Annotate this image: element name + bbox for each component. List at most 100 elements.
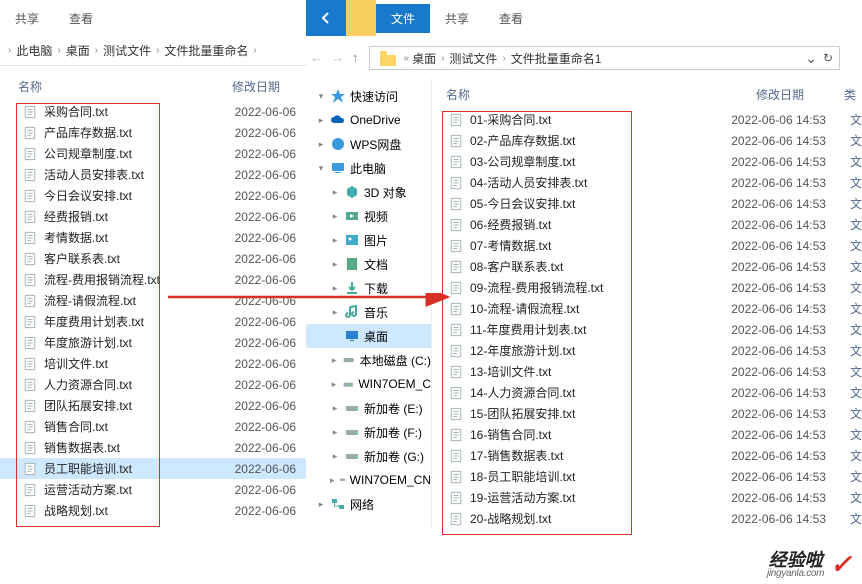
file-row[interactable]: 战略规划.txt2022-06-06 — [0, 500, 306, 521]
file-row[interactable]: 公司规章制度.txt2022-06-06 — [0, 143, 306, 164]
tree-item-doc[interactable]: ▸文档 — [306, 252, 431, 276]
file-row[interactable]: 16-销售合同.txt2022-06-06 14:53文 — [432, 424, 862, 445]
file-row[interactable]: 销售数据表.txt2022-06-06 — [0, 437, 306, 458]
expand-icon[interactable]: ▸ — [330, 307, 340, 318]
crumb-batch[interactable]: 文件批量重命名 — [163, 42, 249, 59]
file-row[interactable]: 15-团队拓展安排.txt2022-06-06 14:53文 — [432, 403, 862, 424]
file-row[interactable]: 年度旅游计划.txt2022-06-06 — [0, 332, 306, 353]
file-row[interactable]: 07-考情数据.txt2022-06-06 14:53文 — [432, 235, 862, 256]
file-row[interactable]: 销售合同.txt2022-06-06 — [0, 416, 306, 437]
expand-icon[interactable]: ▸ — [330, 475, 335, 486]
file-row[interactable]: 13-培训文件.txt2022-06-06 14:53文 — [432, 361, 862, 382]
file-row[interactable]: 员工职能培训.txt2022-06-06 — [0, 458, 306, 479]
file-row[interactable]: 18-员工职能培训.txt2022-06-06 14:53文 — [432, 466, 862, 487]
expand-icon[interactable]: ▸ — [330, 187, 340, 198]
file-row[interactable]: 03-公司规章制度.txt2022-06-06 14:53文 — [432, 151, 862, 172]
file-row[interactable]: 流程-费用报销流程.txt2022-06-06 — [0, 269, 306, 290]
crumb-thispc[interactable]: 此电脑 — [15, 42, 53, 59]
dropdown-icon[interactable]: ⌄ — [805, 50, 817, 67]
expand-icon[interactable]: ▸ — [330, 427, 340, 438]
tab-view[interactable]: 查看 — [484, 4, 538, 33]
tree-item-star[interactable]: ▾快速访问 — [306, 84, 431, 108]
tab-view[interactable]: 查看 — [54, 4, 108, 33]
tree-item-wps[interactable]: ▸WPS网盘 — [306, 132, 431, 156]
tab-share[interactable]: 共享 — [430, 4, 484, 33]
tree-item-music[interactable]: ▸音乐 — [306, 300, 431, 324]
crumb-testfolder[interactable]: 测试文件 — [448, 50, 498, 67]
nav-up[interactable]: ↑ — [348, 50, 363, 65]
file-row[interactable]: 08-客户联系表.txt2022-06-06 14:53文 — [432, 256, 862, 277]
file-row[interactable]: 客户联系表.txt2022-06-06 — [0, 248, 306, 269]
breadcrumb-right[interactable]: « 桌面 › 测试文件 › 文件批量重命名1 ⌄ ↻ — [369, 46, 841, 70]
nav-back[interactable]: ← — [306, 50, 327, 65]
file-row[interactable]: 采购合同.txt2022-06-06 — [0, 101, 306, 122]
tree-item-pc[interactable]: ▾此电脑 — [306, 156, 431, 180]
file-row[interactable]: 团队拓展安排.txt2022-06-06 — [0, 395, 306, 416]
tree-item-disk[interactable]: ▸新加卷 (F:) — [306, 420, 431, 444]
file-row[interactable]: 产品库存数据.txt2022-06-06 — [0, 122, 306, 143]
tree-item-dl[interactable]: ▸下载 — [306, 276, 431, 300]
col-date[interactable]: 修改日期 — [756, 86, 834, 103]
file-row[interactable]: 经费报销.txt2022-06-06 — [0, 206, 306, 227]
file-row[interactable]: 11-年度费用计划表.txt2022-06-06 14:53文 — [432, 319, 862, 340]
file-row[interactable]: 06-经费报销.txt2022-06-06 14:53文 — [432, 214, 862, 235]
expand-icon[interactable]: ▸ — [330, 355, 338, 366]
file-row[interactable]: 14-人力资源合同.txt2022-06-06 14:53文 — [432, 382, 862, 403]
col-date[interactable]: 修改日期 — [232, 78, 300, 95]
file-row[interactable]: 流程-请假流程.txt2022-06-06 — [0, 290, 306, 311]
crumb-batch1[interactable]: 文件批量重命名1 — [510, 50, 603, 67]
file-row[interactable]: 19-运营活动方案.txt2022-06-06 14:53文 — [432, 487, 862, 508]
tree-item-desktop[interactable]: 桌面 — [306, 324, 431, 348]
col-name[interactable]: 名称 — [18, 78, 42, 95]
file-row[interactable]: 05-今日会议安排.txt2022-06-06 14:53文 — [432, 193, 862, 214]
expand-icon[interactable]: ▾ — [316, 163, 326, 174]
nav-forward[interactable]: → — [327, 50, 348, 65]
file-row[interactable]: 10-流程-请假流程.txt2022-06-06 14:53文 — [432, 298, 862, 319]
refresh-icon[interactable]: ↻ — [823, 51, 833, 65]
file-row[interactable]: 02-产品库存数据.txt2022-06-06 14:53文 — [432, 130, 862, 151]
expand-icon[interactable]: ▸ — [316, 115, 326, 126]
tree-item-video[interactable]: ▸视频 — [306, 204, 431, 228]
tab-file[interactable]: 文件 — [376, 4, 430, 33]
tree-item-net[interactable]: ▸网络 — [306, 492, 431, 516]
tree-item-disk[interactable]: ▸本地磁盘 (C:) — [306, 348, 431, 372]
tree-item-cloud[interactable]: ▸OneDrive — [306, 108, 431, 132]
tree-item-pic[interactable]: ▸图片 — [306, 228, 431, 252]
file-row[interactable]: 12-年度旅游计划.txt2022-06-06 14:53文 — [432, 340, 862, 361]
expand-icon[interactable]: ▸ — [330, 235, 340, 246]
tree-item-disk[interactable]: ▸新加卷 (G:) — [306, 444, 431, 468]
file-row[interactable]: 活动人员安排表.txt2022-06-06 — [0, 164, 306, 185]
crumb-desktop[interactable]: 桌面 — [411, 50, 437, 67]
expand-icon[interactable]: ▸ — [330, 451, 340, 462]
back-button[interactable] — [306, 0, 346, 36]
file-row[interactable]: 考情数据.txt2022-06-06 — [0, 227, 306, 248]
doc-icon — [344, 256, 360, 272]
expand-icon[interactable]: ▸ — [330, 403, 340, 414]
file-row[interactable]: 今日会议安排.txt2022-06-06 — [0, 185, 306, 206]
file-row[interactable]: 年度费用计划表.txt2022-06-06 — [0, 311, 306, 332]
file-row[interactable]: 17-销售数据表.txt2022-06-06 14:53文 — [432, 445, 862, 466]
file-row[interactable]: 09-流程-费用报销流程.txt2022-06-06 14:53文 — [432, 277, 862, 298]
file-row[interactable]: 01-采购合同.txt2022-06-06 14:53文 — [432, 109, 862, 130]
tree-item-disk[interactable]: ▸WIN7OEM_CN — [306, 468, 431, 492]
file-row[interactable]: 培训文件.txt2022-06-06 — [0, 353, 306, 374]
expand-icon[interactable]: ▾ — [316, 91, 326, 102]
tree-item-3d[interactable]: ▸3D 对象 — [306, 180, 431, 204]
expand-icon[interactable]: ▸ — [316, 139, 326, 150]
tab-share[interactable]: 共享 — [0, 4, 54, 33]
col-type[interactable]: 类 — [834, 86, 856, 103]
expand-icon[interactable]: ▸ — [330, 259, 340, 270]
file-row[interactable]: 20-战略规划.txt2022-06-06 14:53文 — [432, 508, 862, 529]
file-row[interactable]: 运营活动方案.txt2022-06-06 — [0, 479, 306, 500]
expand-icon[interactable]: ▸ — [316, 499, 326, 510]
expand-icon[interactable]: ▸ — [330, 283, 340, 294]
crumb-desktop[interactable]: 桌面 — [65, 42, 91, 59]
file-row[interactable]: 04-活动人员安排表.txt2022-06-06 14:53文 — [432, 172, 862, 193]
expand-icon[interactable]: ▸ — [330, 379, 338, 390]
tree-item-disk[interactable]: ▸WIN7OEM_C — [306, 372, 431, 396]
crumb-testfolder[interactable]: 测试文件 — [102, 42, 152, 59]
col-name[interactable]: 名称 — [446, 86, 470, 103]
file-row[interactable]: 人力资源合同.txt2022-06-06 — [0, 374, 306, 395]
expand-icon[interactable]: ▸ — [330, 211, 340, 222]
tree-item-disk[interactable]: ▸新加卷 (E:) — [306, 396, 431, 420]
